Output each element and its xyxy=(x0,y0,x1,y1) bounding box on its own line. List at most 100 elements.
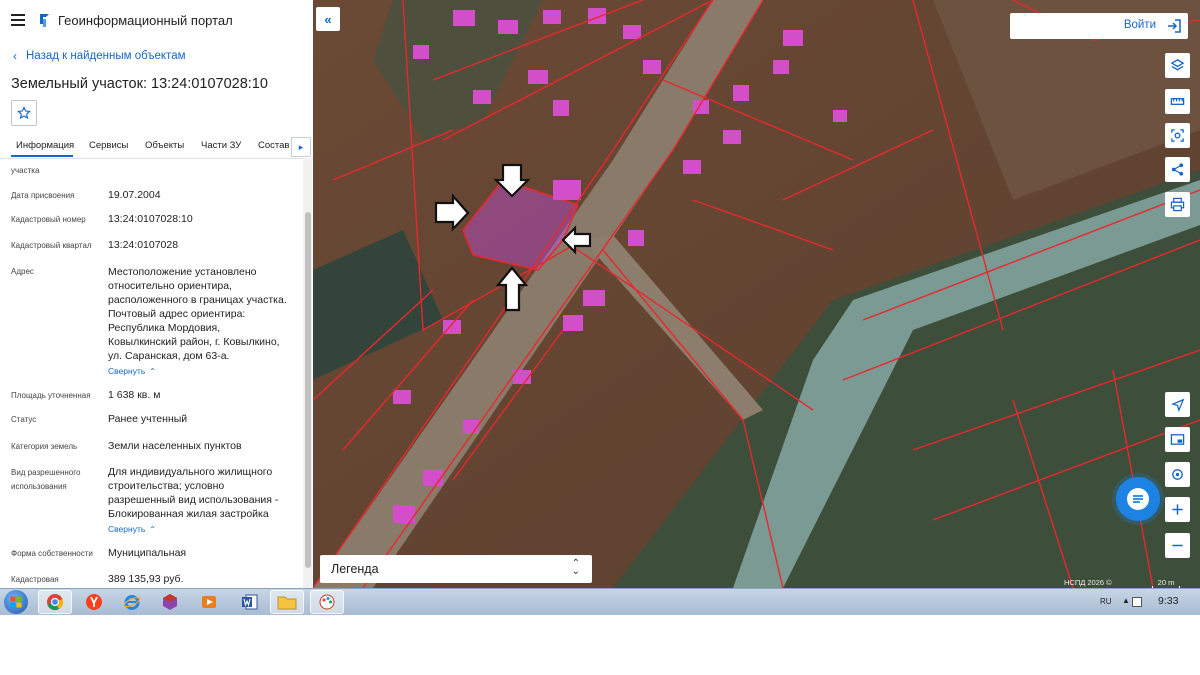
property-value: 1 638 кв. м xyxy=(108,389,161,401)
property-label: Дата присвоения xyxy=(11,191,75,200)
property-value: 19.07.2004 xyxy=(108,189,161,201)
polygon-app-icon xyxy=(163,594,177,610)
menu-icon[interactable] xyxy=(11,14,25,26)
scale-label: 20 m xyxy=(1157,578,1175,587)
share-icon xyxy=(1171,163,1184,176)
double-chevron-left-icon: « xyxy=(324,11,332,27)
taskbar-word[interactable] xyxy=(233,590,267,614)
map-attribution: НСПД 2026 © xyxy=(1064,578,1112,587)
chevron-left-icon: ‹ xyxy=(13,49,17,63)
property-label: Кадастровый квартал xyxy=(11,241,92,250)
plus-icon xyxy=(1172,504,1183,515)
layers-button[interactable] xyxy=(1165,53,1190,78)
address-line: Местоположение установлено xyxy=(108,266,257,278)
scrollbar-thumb[interactable] xyxy=(305,212,311,568)
yandex-icon xyxy=(86,594,102,610)
sidebar-header: Геоинформационный портал xyxy=(0,0,313,40)
picture-in-picture-icon xyxy=(1170,434,1185,445)
address-line: относительно ориентира, xyxy=(108,280,232,292)
address-value: Местоположение установлено относительно … xyxy=(108,265,298,363)
info-sidebar: Геоинформационный портал ‹ Назад к найде… xyxy=(0,0,314,588)
os-taskbar: RU ▲ 9:33 xyxy=(0,588,1200,615)
login-button[interactable]: Войти xyxy=(1010,13,1188,39)
back-link-label: Назад к найденным объектам xyxy=(26,50,186,62)
taskbar-internet-explorer[interactable] xyxy=(115,590,149,614)
address-line: Ковылкинский район, г. Ковылкино, xyxy=(108,336,280,348)
property-value: 13:24:0107028:10 xyxy=(108,213,193,225)
address-line: расположенного в границах участка. xyxy=(108,294,287,306)
collapse-permitted-use-link[interactable]: Свернуть ⌃ xyxy=(108,524,156,534)
active-tab-indicator xyxy=(11,155,73,157)
zoom-in-button[interactable] xyxy=(1165,497,1190,522)
geolocate-button[interactable] xyxy=(1165,462,1190,487)
system-clock[interactable]: 9:33 xyxy=(1158,595,1178,607)
ie-icon xyxy=(123,595,141,610)
property-label-multiline: Вид разрешенного использования xyxy=(11,466,80,494)
taskbar-app-purple[interactable] xyxy=(153,590,187,614)
property-label: Статус xyxy=(11,415,37,424)
label-line: использования xyxy=(11,482,67,491)
back-to-results-link[interactable]: ‹ Назад к найденным объектам xyxy=(13,46,313,66)
taskbar-chrome[interactable] xyxy=(38,590,72,614)
tab-objects[interactable]: Объекты xyxy=(145,140,184,151)
value-line: разрешенный вид использования - xyxy=(108,494,279,506)
show-hidden-icons-button[interactable]: ▲ xyxy=(1122,596,1130,605)
ruler-icon xyxy=(1170,98,1185,105)
tabs-scroll-right-button[interactable]: ▸ xyxy=(291,137,311,157)
collapse-label: Свернуть xyxy=(108,524,146,534)
chat-icon xyxy=(1127,488,1149,510)
label-line: Вид разрешенного xyxy=(11,468,81,477)
property-label: Площадь уточненная xyxy=(11,391,91,400)
select-area-icon xyxy=(1171,129,1184,142)
keyboard-language-indicator[interactable]: RU xyxy=(1100,597,1112,606)
taskbar-file-explorer[interactable] xyxy=(270,590,304,614)
sidebar-scrollbar[interactable] xyxy=(303,158,312,588)
collapse-sidebar-button[interactable]: « xyxy=(316,7,340,31)
object-properties: участка Дата присвоения 19.07.2004 Кадас… xyxy=(0,158,300,588)
layers-icon xyxy=(1170,59,1185,71)
property-value: Муниципальная xyxy=(108,547,187,559)
chevron-up-icon: ⌃ xyxy=(149,367,156,376)
map-canvas[interactable] xyxy=(313,0,1200,588)
value-line: Блокированная жилая застройка xyxy=(108,508,269,520)
collapse-label: Свернуть xyxy=(108,366,146,376)
tab-composition[interactable]: Состав xyxy=(258,140,289,151)
taskbar-yandex[interactable] xyxy=(77,590,111,614)
favorite-button[interactable] xyxy=(11,100,37,126)
tab-land-parts[interactable]: Части ЗУ xyxy=(201,140,241,151)
property-label: Категория земель xyxy=(11,442,78,451)
zoom-out-button[interactable] xyxy=(1165,533,1190,558)
legend-dropdown[interactable]: Легенда ⌃ ⌄ xyxy=(320,555,592,583)
minimap-button[interactable] xyxy=(1165,427,1190,452)
object-tabs: Информация Сервисы Объекты Части ЗУ Сост… xyxy=(0,136,313,159)
chrome-icon xyxy=(47,594,64,611)
chevron-up-icon: ⌃ xyxy=(149,525,156,534)
portal-title: Геоинформационный портал xyxy=(58,12,233,28)
collapse-address-link[interactable]: Свернуть ⌃ xyxy=(108,366,156,376)
minus-icon xyxy=(1172,544,1183,547)
object-title: Земельный участок: 13:24:0107028:10 xyxy=(11,76,268,92)
select-area-button[interactable] xyxy=(1165,123,1190,148)
start-button[interactable] xyxy=(4,590,28,614)
paint-icon xyxy=(319,594,335,610)
chevron-right-icon: ▸ xyxy=(298,141,304,152)
taskbar-app-paint[interactable] xyxy=(310,590,344,614)
share-button[interactable] xyxy=(1165,157,1190,182)
taskbar-media-player[interactable] xyxy=(192,590,226,614)
address-line: ул. Саранская, дом 63-а. xyxy=(108,350,230,362)
chat-button[interactable] xyxy=(1116,477,1160,521)
my-location-button[interactable] xyxy=(1165,392,1190,417)
address-line: Республика Мордовия, xyxy=(108,322,221,334)
word-icon xyxy=(242,594,258,610)
windows-logo-icon xyxy=(10,596,22,608)
measure-button[interactable] xyxy=(1165,89,1190,114)
target-icon xyxy=(1172,469,1183,480)
media-player-icon xyxy=(202,596,216,608)
property-value: Ранее учтенный xyxy=(108,413,188,425)
tab-information[interactable]: Информация xyxy=(16,140,74,151)
property-label: Форма собственности xyxy=(11,549,93,558)
print-button[interactable] xyxy=(1165,192,1190,217)
tab-services[interactable]: Сервисы xyxy=(89,140,128,151)
action-center-icon[interactable] xyxy=(1132,597,1142,607)
login-icon xyxy=(1168,19,1181,33)
